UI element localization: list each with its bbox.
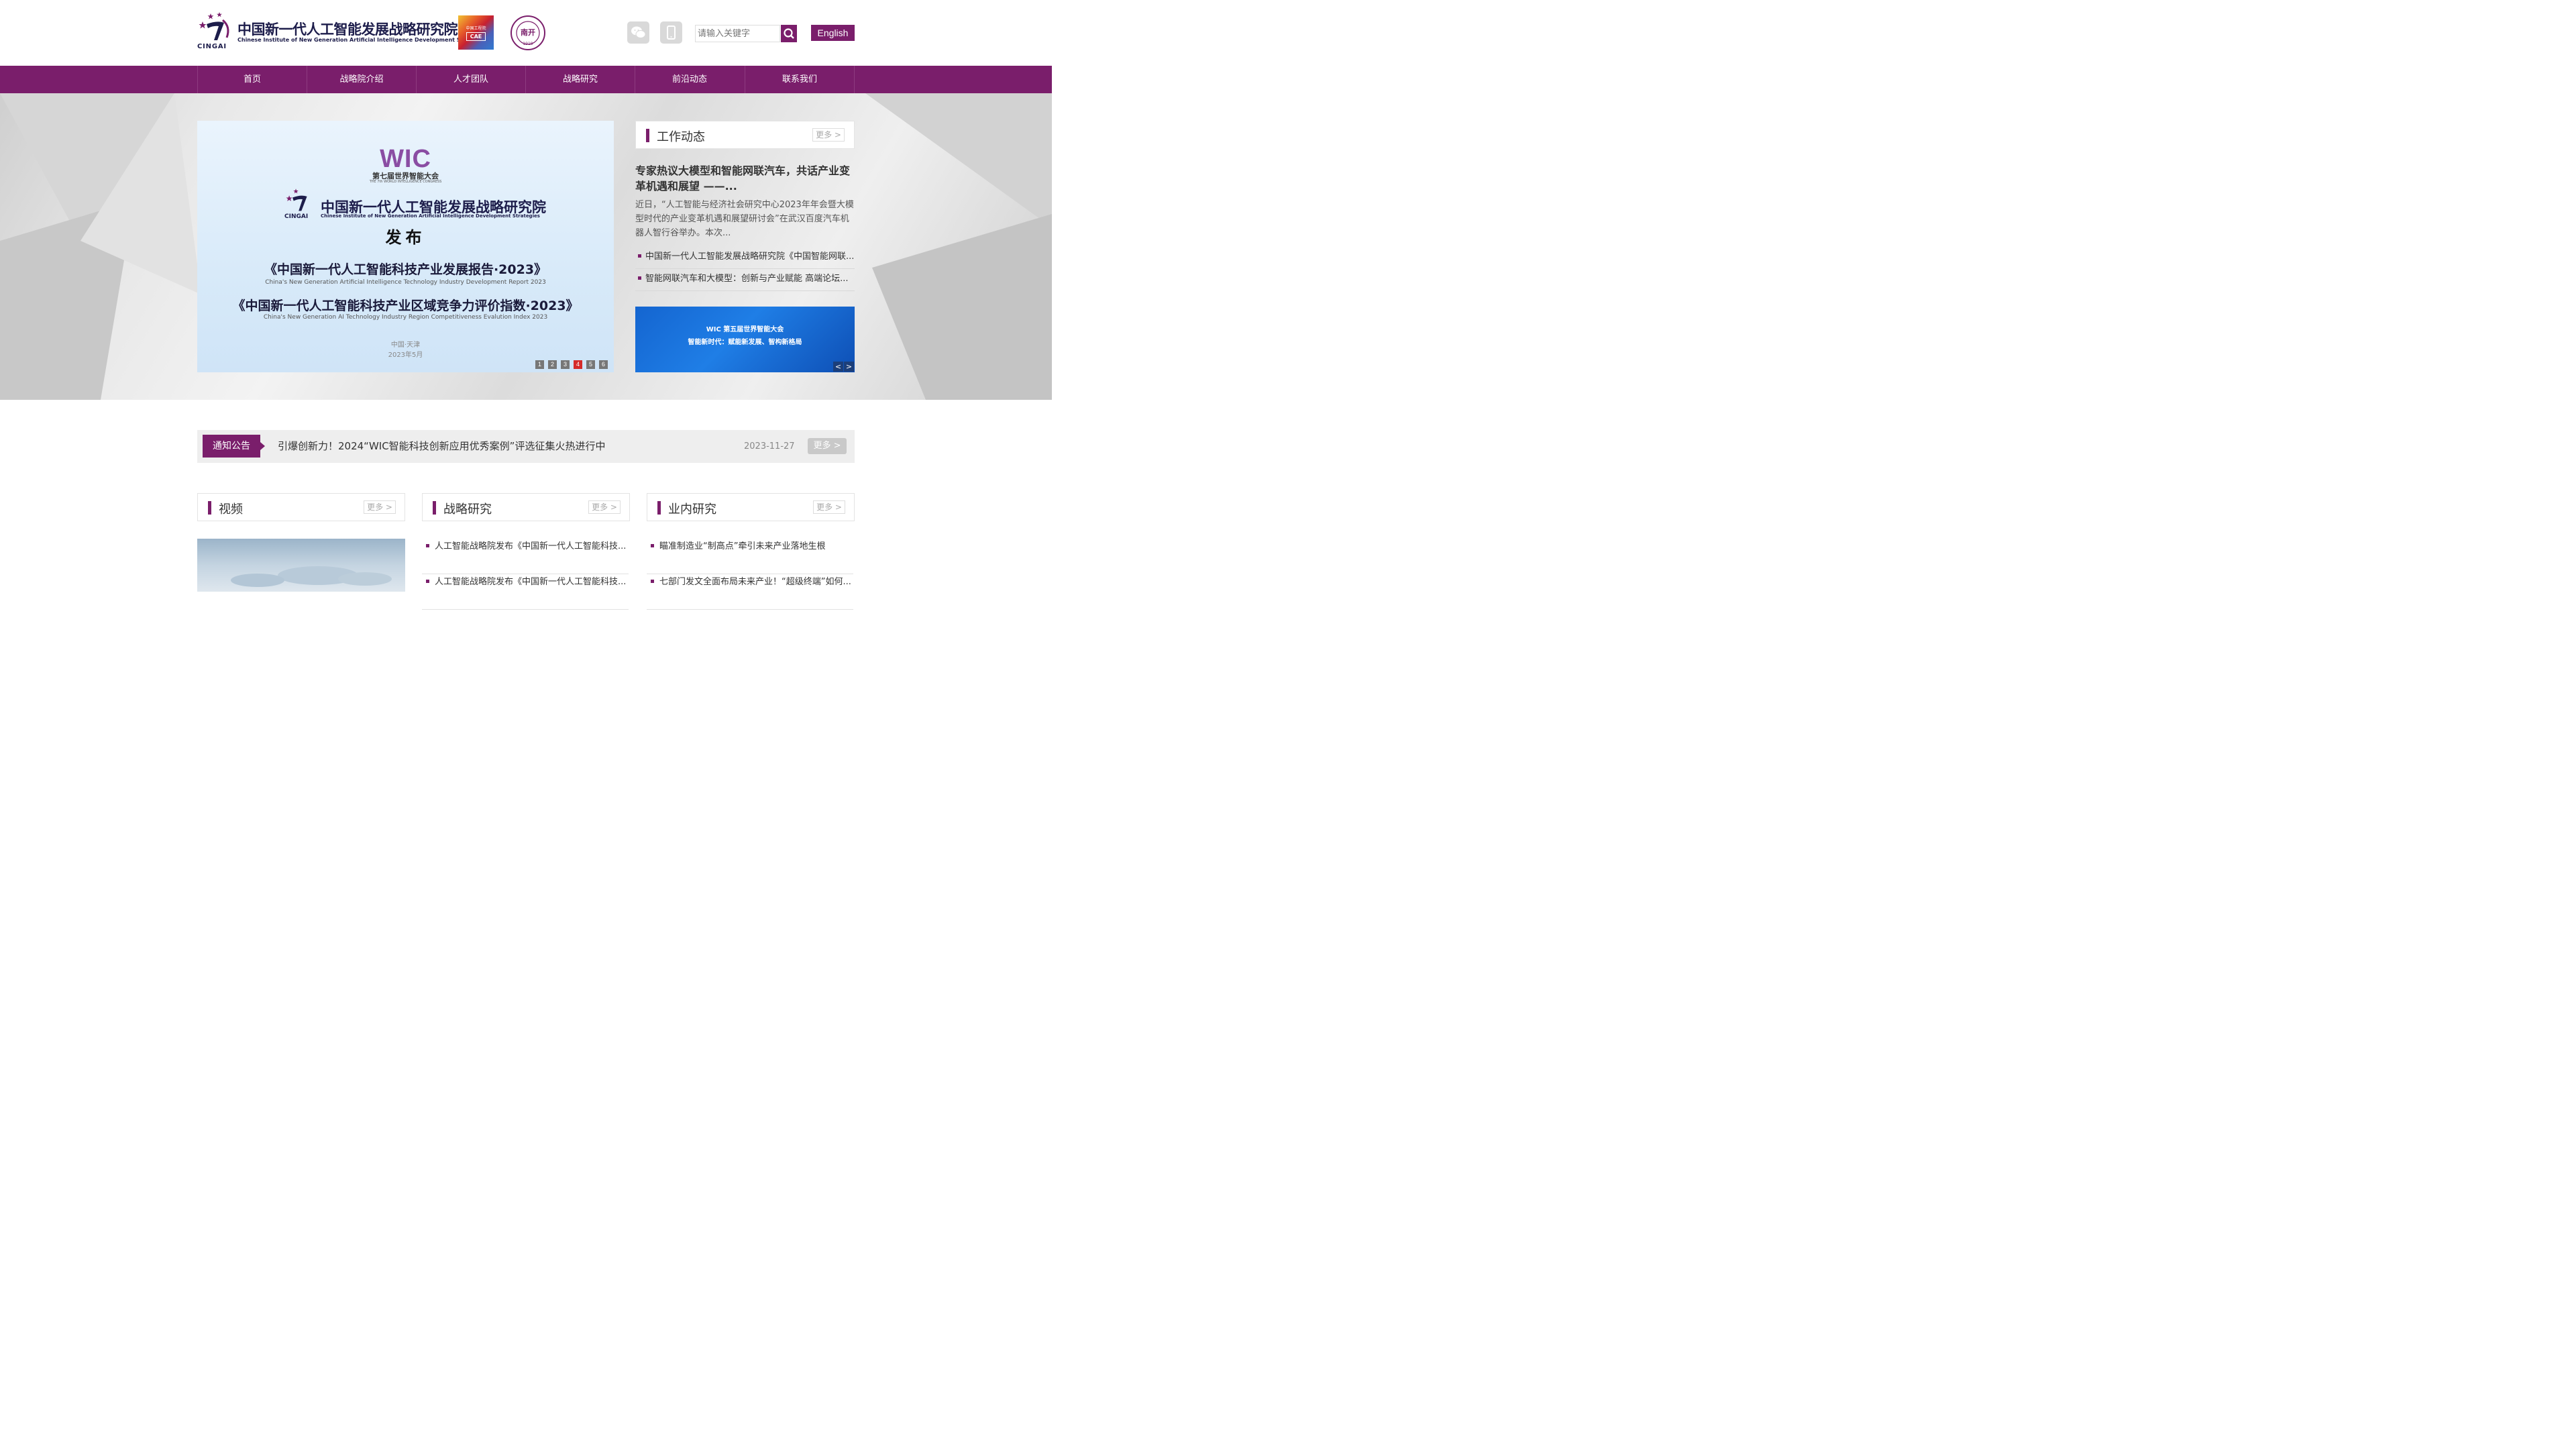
mobile-button[interactable]: [660, 21, 682, 44]
list-item-text: 人工智能战略院发布《中国新一代人工智能科技...: [435, 541, 627, 551]
strategy-title: 战略研究: [443, 502, 492, 517]
bullet-icon: [638, 276, 641, 280]
logo-abbreviation: CINGAI: [197, 43, 227, 50]
list-item[interactable]: 瞄准制造业“制高点”牵引未来产业落地生根: [647, 539, 853, 574]
industry-more-button[interactable]: 更多 >: [813, 500, 845, 514]
slider-page-1[interactable]: 1: [535, 360, 544, 369]
bullet-icon: [651, 544, 654, 547]
video-title: 视频: [219, 502, 243, 517]
slide-wic-logo: WIC: [380, 145, 431, 173]
nav-divider: [854, 66, 855, 93]
slide-report-2-title: 《中国新一代人工智能科技产业区域竞争力评价指数·2023》: [232, 299, 579, 313]
main-nav: 首页 战略院介绍 人才团队 战略研究 前沿动态 联系我们: [0, 66, 1052, 93]
slide-report-1-english: China's New Generation Artificial Intell…: [265, 279, 546, 286]
list-item[interactable]: 中国新一代人工智能发展战略研究院《中国智能网联...: [635, 247, 855, 269]
work-news-more-button[interactable]: 更多 >: [812, 128, 845, 142]
section-marker: [433, 501, 436, 515]
slide-date: 2023年5月: [388, 352, 423, 359]
cae-abbreviation: CAE: [466, 32, 486, 41]
slider-page-3[interactable]: 3: [561, 360, 570, 369]
notice-date: 2023-11-27: [744, 441, 795, 451]
work-news-headline[interactable]: 专家热议大模型和智能网联汽车，共话产业变革机遇和展望 ——...: [635, 163, 857, 194]
section-marker: [208, 501, 211, 515]
logo-chinese-name: 中国新一代人工智能发展战略研究院: [237, 21, 458, 38]
industry-header: 业内研究 更多 >: [647, 493, 855, 521]
banner-title: WIC 第五届世界智能大会: [706, 326, 784, 333]
slide-report-2-english: China's New Generation AI Technology Ind…: [263, 314, 548, 321]
work-news-title: 工作动态: [657, 130, 705, 144]
slider-page-2[interactable]: 2: [548, 360, 557, 369]
nav-item-home[interactable]: 首页: [197, 66, 307, 93]
banner-next-button[interactable]: >: [844, 362, 854, 372]
list-item-text: 中国新一代人工智能发展战略研究院《中国智能网联...: [645, 252, 855, 262]
logo-english-name: Chinese Institute of New Generation Arti…: [237, 37, 488, 43]
cae-logo[interactable]: 中国工程院 CAE: [458, 15, 494, 50]
mobile-phone-icon: [667, 25, 676, 40]
slide-institute-abbr: CINGAI: [284, 213, 309, 220]
list-item[interactable]: 智能网联汽车和大模型：创新与产业赋能 高端论坛...: [635, 269, 855, 291]
list-item-text: 瞄准制造业“制高点”牵引未来产业落地生根: [659, 541, 826, 551]
nankai-seal-year: 1919: [523, 42, 533, 46]
wechat-button[interactable]: [627, 21, 649, 44]
site-logo[interactable]: 中国新一代人工智能发展战略研究院 Chinese Institute of Ne…: [197, 11, 488, 51]
search-button[interactable]: [781, 25, 797, 42]
hero-slider[interactable]: WIC 第七届世界智能大会 THE 7th WORLD INTELLIGENCE…: [197, 121, 614, 372]
section-marker: [646, 129, 649, 142]
slider-page-6[interactable]: 6: [599, 360, 608, 369]
notice-more-button[interactable]: 更多 >: [808, 438, 847, 454]
list-item[interactable]: 七部门发文全面布局未来产业！“超级终端”如何...: [647, 574, 853, 610]
video-thumbnail[interactable]: [197, 539, 405, 592]
notice-arrow-icon: [260, 442, 265, 450]
notice-bar: 通知公告 引爆创新力！2024“WIC智能科技创新应用优秀案例”评选征集火热进行…: [197, 430, 855, 463]
nav-item-about[interactable]: 战略院介绍: [307, 66, 416, 93]
list-item[interactable]: 人工智能战略院发布《中国新一代人工智能科技...: [422, 574, 629, 610]
slide-wic-english: THE 7th WORLD INTELLIGENCE CONGRESS: [369, 180, 442, 184]
bullet-icon: [651, 580, 654, 583]
cae-chinese-name: 中国工程院: [466, 26, 486, 31]
slide-report-1-title: 《中国新一代人工智能科技产业发展报告·2023》: [264, 262, 547, 277]
strategy-header: 战略研究 更多 >: [422, 493, 630, 521]
site-header: 中国新一代人工智能发展战略研究院 Chinese Institute of Ne…: [0, 0, 1052, 66]
list-item[interactable]: 人工智能战略院发布《中国新一代人工智能科技...: [422, 539, 629, 574]
nav-item-strategy-research[interactable]: 战略研究: [525, 66, 635, 93]
notice-headline[interactable]: 引爆创新力！2024“WIC智能科技创新应用优秀案例”评选征集火热进行中: [278, 430, 605, 463]
bullet-icon: [426, 580, 429, 583]
notice-label: 通知公告: [203, 435, 260, 458]
search-icon: [784, 28, 794, 39]
slide-place: 中国·天津: [390, 341, 421, 349]
section-marker: [657, 501, 661, 515]
work-news-header: 工作动态 更多 >: [635, 121, 855, 149]
slide-institute-english: Chinese Institute of New Generation Arti…: [321, 213, 540, 219]
nav-item-team[interactable]: 人才团队: [416, 66, 525, 93]
english-language-button[interactable]: English: [811, 25, 855, 41]
bullet-icon: [638, 254, 641, 258]
search-input[interactable]: [695, 25, 780, 42]
bullet-icon: [426, 544, 429, 547]
video-header: 视频 更多 >: [197, 493, 405, 521]
world-map-image: [231, 566, 392, 587]
list-item-text: 人工智能战略院发布《中国新一代人工智能科技...: [435, 577, 627, 587]
slider-page-4[interactable]: 4: [574, 360, 582, 369]
strategy-more-button[interactable]: 更多 >: [588, 500, 621, 514]
wic-banner[interactable]: WIC 第五届世界智能大会 智能新时代：赋能新发展、智构新格局: [635, 307, 855, 372]
slide-publish-heading: 发布: [385, 228, 426, 247]
work-news-summary: 近日，“人工智能与经济社会研究中心2023年年会暨大模型时代的产业变革机遇和展望…: [635, 200, 854, 238]
industry-title: 业内研究: [668, 502, 716, 517]
wechat-icon: [631, 26, 646, 38]
banner-subtitle: 智能新时代：赋能新发展、智构新格局: [688, 339, 802, 346]
video-more-button[interactable]: 更多 >: [364, 500, 396, 514]
list-item-text: 智能网联汽车和大模型：创新与产业赋能 高端论坛...: [645, 274, 849, 284]
slider-page-5[interactable]: 5: [586, 360, 595, 369]
nav-item-contact[interactable]: 联系我们: [745, 66, 854, 93]
banner-prev-button[interactable]: <: [833, 362, 843, 372]
nankai-seal-text: 南开: [521, 28, 535, 37]
list-item-text: 七部门发文全面布局未来产业！“超级终端”如何...: [659, 577, 851, 587]
nankai-university-seal[interactable]: 南开 1919: [510, 15, 546, 51]
nav-item-frontier-news[interactable]: 前沿动态: [635, 66, 744, 93]
